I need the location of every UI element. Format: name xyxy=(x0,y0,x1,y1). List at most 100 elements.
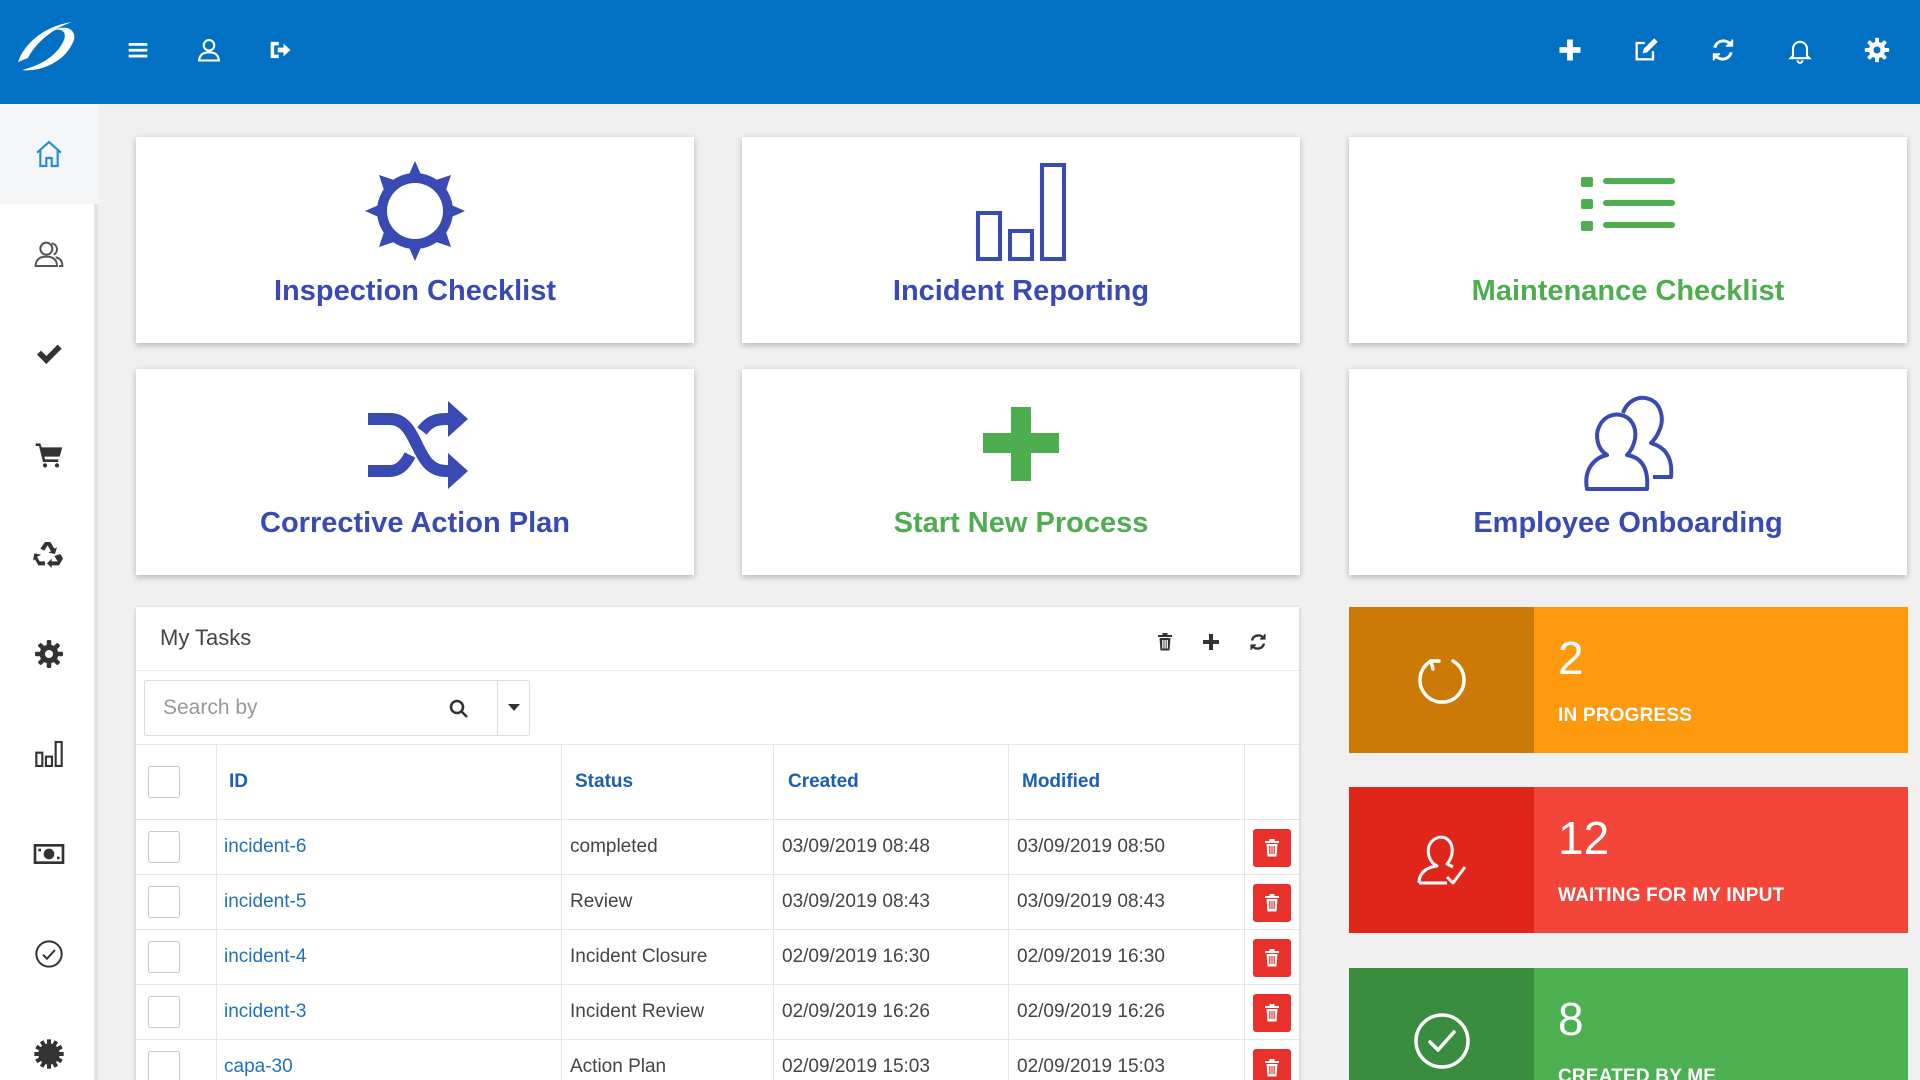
app-logo[interactable] xyxy=(14,18,80,78)
tile-label: Inspection Checklist xyxy=(273,275,556,307)
search-filter-dropdown[interactable] xyxy=(497,681,531,735)
row-checkbox[interactable] xyxy=(148,941,180,973)
trash-icon xyxy=(1265,839,1279,857)
caret-down-icon xyxy=(508,704,520,711)
user-check-icon xyxy=(1417,835,1466,885)
column-header-status[interactable]: Status xyxy=(575,771,633,793)
task-status: Action Plan xyxy=(570,1056,667,1077)
sidebar-item-home[interactable] xyxy=(0,104,98,204)
stat-value: 2 xyxy=(1558,632,1584,684)
trash-icon xyxy=(1265,949,1279,967)
stat-label: WAITING FOR MY INPUT xyxy=(1558,885,1785,906)
column-header-created[interactable]: Created xyxy=(788,771,859,793)
row-checkbox[interactable] xyxy=(148,996,180,1028)
sidebar-item-cart[interactable] xyxy=(0,404,98,504)
stat-card-waiting[interactable]: 12 WAITING FOR MY INPUT xyxy=(1349,787,1908,933)
delete-button[interactable] xyxy=(1253,994,1291,1032)
sidebar-item-settings[interactable] xyxy=(0,604,98,704)
select-all-checkbox[interactable] xyxy=(148,766,180,798)
task-created: 03/09/2019 08:43 xyxy=(782,891,930,912)
bar-chart-icon xyxy=(35,740,63,768)
tile-maintenance-checklist[interactable]: Maintenance Checklist xyxy=(1349,137,1907,343)
delete-button[interactable] xyxy=(1253,1049,1291,1080)
task-created: 02/09/2019 16:26 xyxy=(782,1001,930,1022)
task-modified: 02/09/2019 15:03 xyxy=(1017,1056,1165,1077)
panel-title: My Tasks xyxy=(160,625,252,650)
tile-inspection-checklist[interactable]: Inspection Checklist xyxy=(136,137,694,343)
task-modified: 03/09/2019 08:43 xyxy=(1017,891,1165,912)
sidebar-item-finance[interactable] xyxy=(0,804,98,904)
search-icon[interactable] xyxy=(447,697,471,721)
gear-icon xyxy=(35,640,63,668)
task-id-link[interactable]: incident-3 xyxy=(224,1001,306,1023)
bell-icon[interactable] xyxy=(1782,32,1818,68)
menu-icon[interactable] xyxy=(120,32,156,68)
row-checkbox[interactable] xyxy=(148,831,180,863)
top-bar xyxy=(0,0,1920,104)
search-input[interactable] xyxy=(163,691,433,725)
task-id-link[interactable]: incident-4 xyxy=(224,946,306,968)
cog-icon xyxy=(34,1039,64,1069)
task-modified: 03/09/2019 08:50 xyxy=(1017,836,1165,857)
refresh-icon[interactable] xyxy=(1245,629,1271,655)
task-modified: 02/09/2019 16:26 xyxy=(1017,1001,1165,1022)
stat-label: CREATED BY ME xyxy=(1558,1066,1717,1080)
task-id-link[interactable]: incident-5 xyxy=(224,891,306,913)
sidebar-item-reports[interactable] xyxy=(0,704,98,804)
task-created: 03/09/2019 08:48 xyxy=(782,836,930,857)
tile-label: Start New Process xyxy=(893,507,1149,539)
edit-icon[interactable] xyxy=(1628,32,1664,68)
delete-button[interactable] xyxy=(1253,829,1291,867)
sign-out-icon[interactable] xyxy=(262,32,298,68)
task-status: Review xyxy=(570,891,633,912)
money-icon xyxy=(33,844,65,864)
task-created: 02/09/2019 16:30 xyxy=(782,946,930,967)
spinner-icon xyxy=(1417,659,1466,704)
task-id-link[interactable]: incident-6 xyxy=(224,836,306,858)
sidebar-item-admin[interactable] xyxy=(0,1004,98,1080)
bar-chart-icon xyxy=(976,163,1066,261)
trash-icon xyxy=(1265,1059,1279,1077)
tile-corrective-action-plan[interactable]: Corrective Action Plan xyxy=(136,369,694,575)
stat-value: 8 xyxy=(1558,993,1584,1045)
refresh-icon[interactable] xyxy=(1705,32,1741,68)
home-icon xyxy=(36,140,62,168)
task-modified: 02/09/2019 16:30 xyxy=(1017,946,1165,967)
delete-button[interactable] xyxy=(1253,884,1291,922)
plus-icon xyxy=(983,407,1059,481)
sidebar-item-recycle[interactable] xyxy=(0,504,98,604)
trash-icon[interactable] xyxy=(1152,629,1178,655)
plus-icon[interactable] xyxy=(1552,32,1588,68)
stat-card-created-by-me[interactable]: 8 CREATED BY ME xyxy=(1349,968,1908,1080)
plus-icon[interactable] xyxy=(1198,629,1224,655)
tile-incident-reporting[interactable]: Incident Reporting xyxy=(742,137,1300,343)
stat-card-in-progress[interactable]: 2 IN PROGRESS xyxy=(1349,607,1908,753)
row-checkbox[interactable] xyxy=(148,886,180,918)
users-icon xyxy=(1584,395,1674,491)
trash-icon xyxy=(1265,1004,1279,1022)
task-created: 02/09/2019 15:03 xyxy=(782,1056,930,1077)
tile-employee-onboarding[interactable]: Employee Onboarding xyxy=(1349,369,1907,575)
check-circle-icon xyxy=(1413,1013,1470,1069)
tile-label: Maintenance Checklist xyxy=(1471,275,1785,307)
sidebar-item-tasks[interactable] xyxy=(0,304,98,404)
gear-icon[interactable] xyxy=(1859,32,1895,68)
recycle-icon xyxy=(33,542,63,568)
column-header-modified[interactable]: Modified xyxy=(1022,771,1100,793)
task-status: Incident Closure xyxy=(570,946,708,967)
tile-start-new-process[interactable]: Start New Process xyxy=(742,369,1300,575)
cart-icon xyxy=(35,443,63,468)
column-header-id[interactable]: ID xyxy=(229,771,248,793)
task-id-link[interactable]: capa-30 xyxy=(224,1056,293,1078)
check-circle-icon xyxy=(35,940,63,968)
sidebar-item-approvals[interactable] xyxy=(0,904,98,1004)
list-icon xyxy=(1581,177,1675,231)
user-icon[interactable] xyxy=(191,32,227,68)
task-status: Incident Review xyxy=(570,1001,705,1022)
row-checkbox[interactable] xyxy=(148,1051,180,1080)
sidebar-item-users[interactable] xyxy=(0,204,98,304)
stat-label: IN PROGRESS xyxy=(1558,705,1693,726)
delete-button[interactable] xyxy=(1253,939,1291,977)
check-icon xyxy=(37,344,62,364)
tile-label: Corrective Action Plan xyxy=(260,507,570,539)
